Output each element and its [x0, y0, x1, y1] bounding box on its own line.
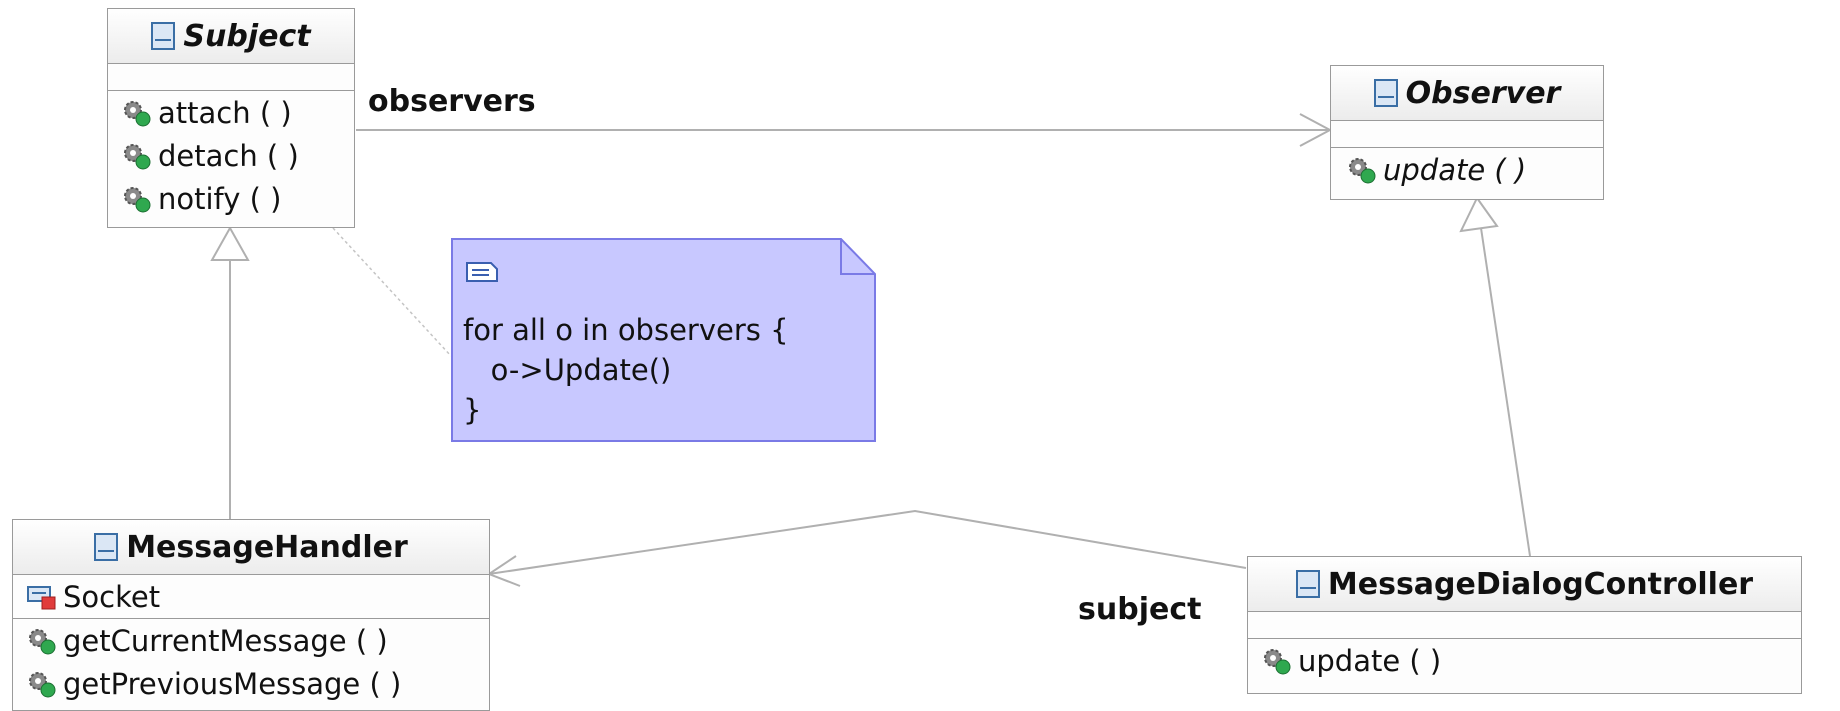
operation-label: getPreviousMessage ( )	[63, 666, 402, 701]
message-dialog-controller-attributes-compartment	[1248, 612, 1801, 639]
observer-class-header: Observer	[1331, 66, 1603, 121]
operation-row[interactable]: detach ( )	[108, 134, 354, 177]
operation-row[interactable]: notify ( )	[108, 177, 354, 220]
message-dialog-controller-operations-compartment: update ( )	[1248, 639, 1801, 682]
observer-generalization	[1459, 196, 1531, 557]
subject-operations-compartment: attach ( ) detach ( ) notify ( )	[108, 91, 354, 220]
attribute-label: Socket	[63, 579, 161, 614]
note-anchor-line	[332, 227, 452, 357]
note[interactable]: for all o in observers { o->Update() }	[451, 238, 876, 442]
operation-row[interactable]: update ( )	[1248, 639, 1801, 682]
message-dialog-controller-class[interactable]: MessageDialogController update ( )	[1247, 556, 1802, 694]
public-operation-icon	[1264, 648, 1291, 674]
operation-row[interactable]: getCurrentMessage ( )	[13, 619, 489, 662]
operation-label: detach ( )	[158, 138, 299, 173]
subject-role-label: subject	[1078, 592, 1202, 627]
message-dialog-controller-class-name: MessageDialogController	[1327, 566, 1754, 602]
observer-attributes-compartment	[1331, 121, 1603, 148]
private-field-icon	[27, 585, 56, 609]
message-dialog-controller-class-header: MessageDialogController	[1248, 557, 1801, 612]
class-icon	[151, 22, 176, 50]
public-operation-icon	[124, 186, 151, 212]
class-icon	[94, 533, 119, 561]
operation-label: notify ( )	[158, 181, 282, 216]
subject-attributes-compartment	[108, 64, 354, 91]
operation-row[interactable]: getPreviousMessage ( )	[13, 662, 489, 705]
operation-row[interactable]: attach ( )	[108, 91, 354, 134]
observer-class-name: Observer	[1405, 75, 1561, 111]
public-operation-icon	[29, 671, 56, 697]
class-icon	[1373, 79, 1398, 107]
message-handler-class[interactable]: MessageHandler Socket getCurrentMessage …	[12, 519, 490, 711]
operation-label: update ( )	[1298, 643, 1442, 678]
subject-class[interactable]: Subject attach ( ) detach ( ) notify ( )	[107, 8, 355, 228]
observers-role-label: observers	[368, 84, 536, 119]
note-text: for all o in observers { o->Update() }	[463, 313, 789, 427]
subject-association	[486, 509, 1247, 587]
subject-class-name: Subject	[183, 18, 311, 54]
public-operation-icon	[124, 143, 151, 169]
message-handler-class-header: MessageHandler	[13, 520, 489, 575]
operation-row[interactable]: update ( )	[1331, 148, 1603, 191]
subject-generalization	[210, 225, 250, 519]
message-handler-operations-compartment: getCurrentMessage ( ) getPreviousMessage…	[13, 619, 489, 705]
observer-operations-compartment: update ( )	[1331, 148, 1603, 191]
message-handler-class-name: MessageHandler	[126, 529, 408, 565]
operation-label: attach ( )	[158, 95, 292, 130]
public-operation-icon	[1349, 157, 1376, 183]
subject-class-header: Subject	[108, 9, 354, 64]
note-icon	[466, 262, 498, 282]
public-operation-icon	[124, 100, 151, 126]
observer-class[interactable]: Observer update ( )	[1330, 65, 1604, 200]
message-handler-attributes-compartment: Socket	[13, 575, 489, 619]
class-icon	[1295, 570, 1320, 598]
operation-label: update ( )	[1383, 152, 1527, 187]
operation-label: getCurrentMessage ( )	[63, 623, 388, 658]
public-operation-icon	[29, 628, 56, 654]
attribute-row[interactable]: Socket	[13, 575, 489, 618]
